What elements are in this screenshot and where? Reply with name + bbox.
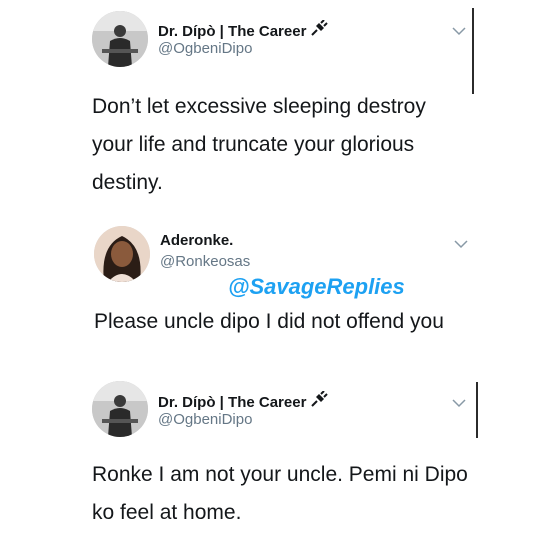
user-handle[interactable]: @Ronkeosas	[160, 253, 250, 270]
scrollbar[interactable]	[472, 8, 474, 94]
watermark-text: @SavageReplies	[228, 274, 405, 299]
tweet-3: Dr. Dípò | The Career @OgbeniDipo Ronke …	[0, 370, 554, 554]
avatar[interactable]	[94, 226, 150, 282]
display-name[interactable]: Dr. Dípò | The Career	[158, 20, 329, 40]
display-name[interactable]: Aderonke.	[160, 232, 233, 249]
profile-photo-icon	[94, 226, 150, 282]
scrollbar[interactable]	[476, 382, 478, 438]
tweet-1: Dr. Dípò | The Career @OgbeniDipo Don’t …	[0, 0, 554, 215]
profile-photo-icon	[92, 381, 148, 437]
plug-icon	[311, 391, 329, 407]
chevron-down-icon[interactable]	[454, 239, 468, 249]
avatar[interactable]	[92, 11, 148, 67]
chevron-down-icon[interactable]	[452, 26, 466, 36]
chevron-down-icon[interactable]	[452, 398, 466, 408]
user-handle[interactable]: @OgbeniDipo	[158, 40, 252, 57]
user-handle[interactable]: @OgbeniDipo	[158, 411, 252, 428]
avatar[interactable]	[92, 381, 148, 437]
display-name[interactable]: Dr. Dípò | The Career	[158, 391, 329, 411]
tweet-text: Don’t let excessive sleeping destroy you…	[92, 95, 426, 194]
tweet-text: Please uncle dipo I did not offend you	[94, 310, 444, 333]
tweet-text: Ronke I am not your uncle. Pemi ni Dipo …	[92, 463, 468, 524]
profile-photo-icon	[92, 11, 148, 67]
plug-icon	[311, 20, 329, 36]
